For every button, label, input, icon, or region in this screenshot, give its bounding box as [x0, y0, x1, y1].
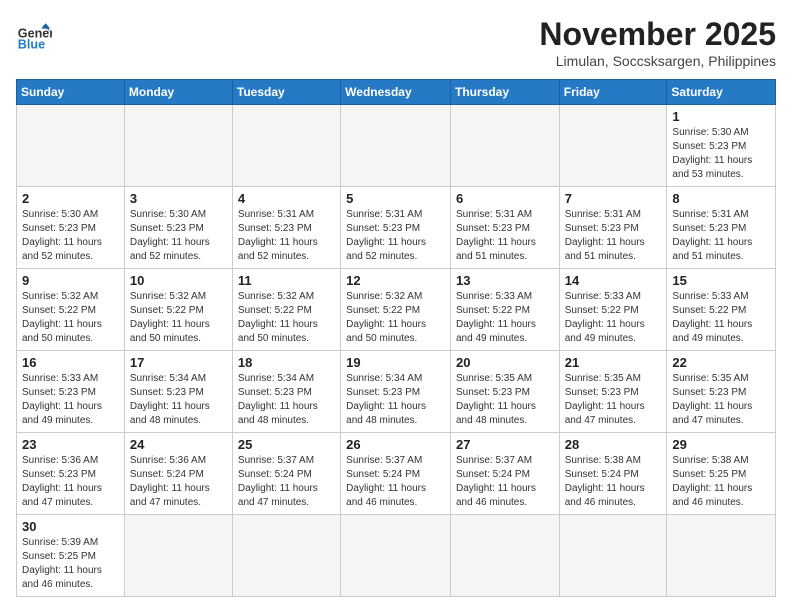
- day-3: 3 Sunrise: 5:30 AM Sunset: 5:23 PM Dayli…: [124, 187, 232, 269]
- day-2: 2 Sunrise: 5:30 AM Sunset: 5:23 PM Dayli…: [17, 187, 125, 269]
- calendar-table: Sunday Monday Tuesday Wednesday Thursday…: [16, 79, 776, 597]
- day-12: 12 Sunrise: 5:32 AM Sunset: 5:22 PM Dayl…: [341, 269, 451, 351]
- day-1: 1 Sunrise: 5:30 AM Sunset: 5:23 PM Dayli…: [667, 105, 776, 187]
- header-monday: Monday: [124, 80, 232, 105]
- svg-text:Blue: Blue: [18, 37, 45, 51]
- empty-cell: [232, 515, 340, 597]
- empty-cell: [17, 105, 125, 187]
- day-27: 27 Sunrise: 5:37 AM Sunset: 5:24 PM Dayl…: [450, 433, 559, 515]
- day-11: 11 Sunrise: 5:32 AM Sunset: 5:22 PM Dayl…: [232, 269, 340, 351]
- table-row: 30 Sunrise: 5:39 AM Sunset: 5:25 PM Dayl…: [17, 515, 776, 597]
- title-block: November 2025 Limulan, Soccsksargen, Phi…: [539, 16, 776, 69]
- day-6: 6 Sunrise: 5:31 AM Sunset: 5:23 PM Dayli…: [450, 187, 559, 269]
- table-row: 16 Sunrise: 5:33 AM Sunset: 5:23 PM Dayl…: [17, 351, 776, 433]
- month-title: November 2025: [539, 16, 776, 53]
- header-sunday: Sunday: [17, 80, 125, 105]
- header-thursday: Thursday: [450, 80, 559, 105]
- day-28: 28 Sunrise: 5:38 AM Sunset: 5:24 PM Dayl…: [559, 433, 667, 515]
- empty-cell: [667, 515, 776, 597]
- table-row: 1 Sunrise: 5:30 AM Sunset: 5:23 PM Dayli…: [17, 105, 776, 187]
- day-20: 20 Sunrise: 5:35 AM Sunset: 5:23 PM Dayl…: [450, 351, 559, 433]
- day-17: 17 Sunrise: 5:34 AM Sunset: 5:23 PM Dayl…: [124, 351, 232, 433]
- day-4: 4 Sunrise: 5:31 AM Sunset: 5:23 PM Dayli…: [232, 187, 340, 269]
- weekday-header-row: Sunday Monday Tuesday Wednesday Thursday…: [17, 80, 776, 105]
- day-23: 23 Sunrise: 5:36 AM Sunset: 5:23 PM Dayl…: [17, 433, 125, 515]
- day-24: 24 Sunrise: 5:36 AM Sunset: 5:24 PM Dayl…: [124, 433, 232, 515]
- header-tuesday: Tuesday: [232, 80, 340, 105]
- day-13: 13 Sunrise: 5:33 AM Sunset: 5:22 PM Dayl…: [450, 269, 559, 351]
- empty-cell: [450, 105, 559, 187]
- day-18: 18 Sunrise: 5:34 AM Sunset: 5:23 PM Dayl…: [232, 351, 340, 433]
- empty-cell: [124, 515, 232, 597]
- day-16: 16 Sunrise: 5:33 AM Sunset: 5:23 PM Dayl…: [17, 351, 125, 433]
- logo: General Blue: [16, 16, 52, 52]
- table-row: 2 Sunrise: 5:30 AM Sunset: 5:23 PM Dayli…: [17, 187, 776, 269]
- empty-cell: [450, 515, 559, 597]
- table-row: 9 Sunrise: 5:32 AM Sunset: 5:22 PM Dayli…: [17, 269, 776, 351]
- day-21: 21 Sunrise: 5:35 AM Sunset: 5:23 PM Dayl…: [559, 351, 667, 433]
- table-row: 23 Sunrise: 5:36 AM Sunset: 5:23 PM Dayl…: [17, 433, 776, 515]
- day-7: 7 Sunrise: 5:31 AM Sunset: 5:23 PM Dayli…: [559, 187, 667, 269]
- day-15: 15 Sunrise: 5:33 AM Sunset: 5:22 PM Dayl…: [667, 269, 776, 351]
- day-26: 26 Sunrise: 5:37 AM Sunset: 5:24 PM Dayl…: [341, 433, 451, 515]
- empty-cell: [124, 105, 232, 187]
- header-saturday: Saturday: [667, 80, 776, 105]
- day-25: 25 Sunrise: 5:37 AM Sunset: 5:24 PM Dayl…: [232, 433, 340, 515]
- day-5: 5 Sunrise: 5:31 AM Sunset: 5:23 PM Dayli…: [341, 187, 451, 269]
- empty-cell: [559, 515, 667, 597]
- day-10: 10 Sunrise: 5:32 AM Sunset: 5:22 PM Dayl…: [124, 269, 232, 351]
- day-14: 14 Sunrise: 5:33 AM Sunset: 5:22 PM Dayl…: [559, 269, 667, 351]
- day-30: 30 Sunrise: 5:39 AM Sunset: 5:25 PM Dayl…: [17, 515, 125, 597]
- day-9: 9 Sunrise: 5:32 AM Sunset: 5:22 PM Dayli…: [17, 269, 125, 351]
- location-subtitle: Limulan, Soccsksargen, Philippines: [539, 53, 776, 69]
- empty-cell: [341, 515, 451, 597]
- day-29: 29 Sunrise: 5:38 AM Sunset: 5:25 PM Dayl…: [667, 433, 776, 515]
- logo-icon: General Blue: [16, 16, 52, 52]
- empty-cell: [341, 105, 451, 187]
- day-19: 19 Sunrise: 5:34 AM Sunset: 5:23 PM Dayl…: [341, 351, 451, 433]
- page-header: General Blue November 2025 Limulan, Socc…: [16, 16, 776, 69]
- empty-cell: [559, 105, 667, 187]
- header-friday: Friday: [559, 80, 667, 105]
- header-wednesday: Wednesday: [341, 80, 451, 105]
- empty-cell: [232, 105, 340, 187]
- day-8: 8 Sunrise: 5:31 AM Sunset: 5:23 PM Dayli…: [667, 187, 776, 269]
- day-22: 22 Sunrise: 5:35 AM Sunset: 5:23 PM Dayl…: [667, 351, 776, 433]
